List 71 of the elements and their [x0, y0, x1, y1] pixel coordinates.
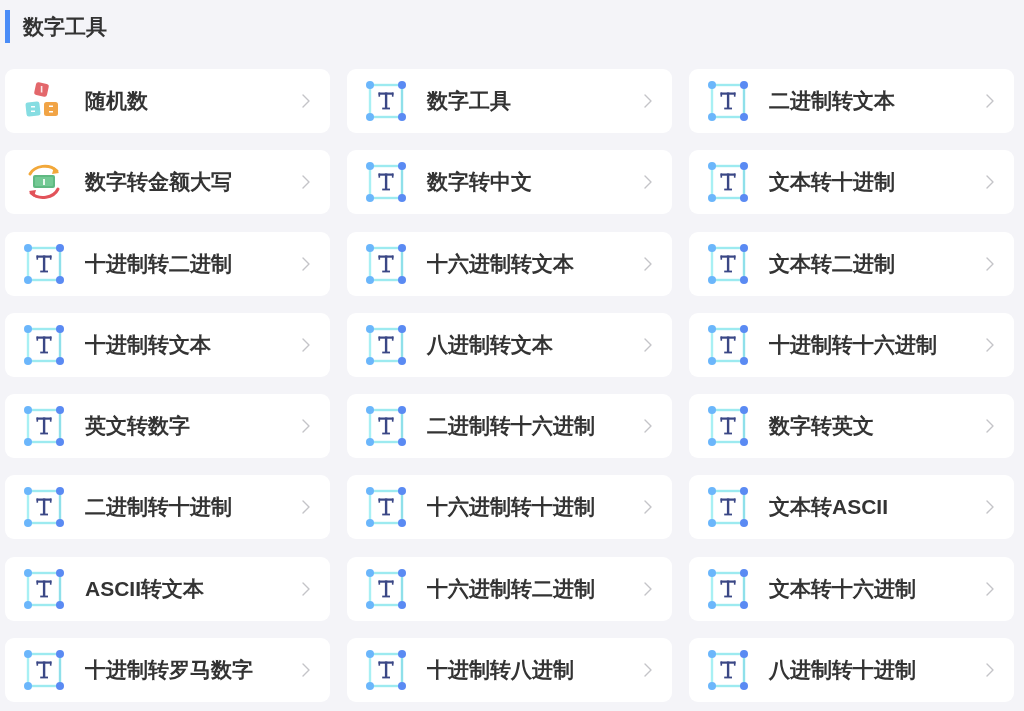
tool-card[interactable]: 十进制转二进制: [5, 231, 330, 296]
chevron-icon: [302, 94, 310, 108]
chevron-icon: [986, 419, 994, 434]
tool-card[interactable]: 十六进制转文本: [347, 231, 672, 296]
text-frame-icon: [366, 162, 406, 203]
tool-card[interactable]: 文本转十六进制: [689, 556, 1014, 621]
chevron-icon: [644, 581, 652, 596]
tool-card[interactable]: 数字转中文: [347, 150, 672, 215]
tool-card[interactable]: 十六进制转二进制: [347, 556, 672, 621]
tool-card[interactable]: 二进制转十进制: [5, 475, 330, 540]
chevron-icon: [644, 256, 652, 271]
tool-card[interactable]: 十进制转八进制: [347, 638, 672, 703]
text-frame-icon: [366, 81, 406, 121]
text-frame-icon: [366, 650, 406, 691]
chevron-icon: [986, 500, 994, 515]
chevron-icon: [302, 175, 310, 190]
tool-card[interactable]: 数字工具: [347, 69, 672, 133]
text-frame-icon: [24, 243, 64, 284]
chevron-icon: [302, 419, 310, 434]
text-frame-icon: [24, 650, 64, 691]
text-frame-icon: [708, 81, 748, 121]
chevron-icon: [302, 663, 310, 678]
tool-card[interactable]: 十六进制转十进制: [347, 475, 672, 540]
tool-card[interactable]: 英文转数字: [5, 394, 330, 459]
text-frame-icon: [708, 324, 748, 365]
chevron-icon: [644, 175, 652, 190]
tool-card[interactable]: 十进制转罗马数字: [5, 638, 330, 703]
text-frame-icon: [24, 568, 64, 609]
tool-card[interactable]: 文本转二进制: [689, 231, 1014, 296]
chevron-icon: [302, 500, 310, 515]
chevron-icon: [986, 581, 994, 596]
text-frame-icon: [366, 406, 406, 447]
text-frame-icon: [708, 487, 748, 528]
tool-card[interactable]: 数字转英文: [689, 394, 1014, 459]
tool-card[interactable]: 八进制转文本: [347, 312, 672, 377]
chevron-icon: [986, 175, 994, 190]
text-frame-icon: [708, 650, 748, 691]
text-frame-icon: [366, 324, 406, 365]
chevron-icon: [644, 94, 652, 108]
chevron-icon: [644, 337, 652, 352]
text-frame-icon: [366, 487, 406, 528]
tool-card[interactable]: 十进制转十六进制: [689, 312, 1014, 377]
text-frame-icon: [24, 487, 64, 528]
text-frame-icon: [708, 243, 748, 284]
tool-card[interactable]: 八进制转十进制: [689, 638, 1014, 703]
tool-card[interactable]: 十进制转文本: [5, 312, 330, 377]
text-frame-icon: [366, 243, 406, 284]
chevron-icon: [302, 581, 310, 596]
tool-card[interactable]: 数字转金额大写: [5, 150, 330, 215]
section-title: 数字工具: [23, 13, 107, 40]
tool-card[interactable]: ASCII转文本: [5, 556, 330, 621]
chevron-icon: [986, 94, 994, 108]
text-frame-icon: [366, 568, 406, 609]
chevron-icon: [644, 663, 652, 678]
text-frame-icon: [24, 406, 64, 447]
chevron-icon: [986, 663, 994, 678]
tool-card[interactable]: 二进制转十六进制: [347, 394, 672, 459]
chevron-icon: [986, 337, 994, 352]
tool-card[interactable]: 随机数: [5, 69, 330, 133]
chevron-icon: [986, 256, 994, 271]
tool-card[interactable]: 二进制转文本: [689, 69, 1014, 133]
chevron-icon: [644, 500, 652, 515]
chevron-icon: [302, 337, 310, 352]
tool-card[interactable]: 文本转ASCII: [689, 475, 1014, 540]
chevron-icon: [644, 419, 652, 434]
tool-card[interactable]: 文本转十进制: [689, 150, 1014, 215]
text-frame-icon: [708, 406, 748, 447]
text-frame-icon: [24, 324, 64, 365]
text-frame-icon: [708, 162, 748, 203]
chevron-icon: [302, 256, 310, 271]
text-frame-icon: [708, 568, 748, 609]
